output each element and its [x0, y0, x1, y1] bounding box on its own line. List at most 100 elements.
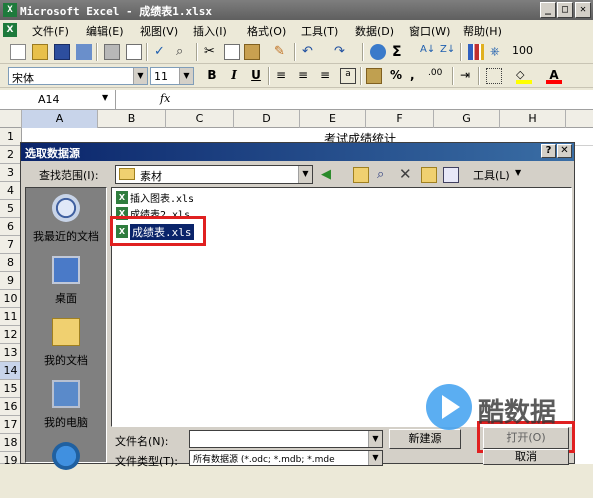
autosum-icon[interactable]: Σ — [392, 44, 408, 60]
permission-icon[interactable] — [76, 44, 92, 60]
chevron-down-icon[interactable]: ▼ — [133, 68, 147, 84]
menu-data[interactable]: 数据(D) — [355, 23, 394, 39]
row-header[interactable]: 7 — [0, 236, 22, 254]
column-header-f[interactable]: F — [366, 110, 434, 128]
drawing-icon[interactable]: ⎈ — [490, 44, 506, 60]
row-header[interactable]: 17 — [0, 416, 22, 434]
column-header-b[interactable]: B — [98, 110, 166, 128]
chevron-down-icon[interactable]: ▼ — [368, 431, 382, 447]
back-icon[interactable]: ◀ — [321, 167, 337, 183]
sort-ascending-icon[interactable]: A↓ — [420, 44, 436, 60]
name-box[interactable]: A14 ▼ — [0, 90, 116, 109]
percent-icon[interactable]: % — [390, 68, 406, 84]
fx-icon[interactable]: fx — [160, 92, 170, 105]
new-source-button[interactable]: 新建源 — [389, 429, 461, 449]
new-folder-icon[interactable] — [421, 167, 437, 183]
copy-icon[interactable] — [224, 44, 240, 60]
merge-center-icon[interactable]: a — [340, 68, 356, 84]
comma-style-icon[interactable]: , — [410, 68, 426, 84]
cancel-button[interactable]: 取消 — [483, 449, 569, 465]
zoom-icon[interactable]: 100 — [512, 44, 533, 60]
new-icon[interactable] — [10, 44, 26, 60]
formula-input[interactable] — [180, 90, 593, 109]
excel-doc-icon[interactable]: X — [3, 23, 17, 37]
sort-descending-icon[interactable]: Z↓ — [440, 44, 456, 60]
open-icon[interactable] — [32, 44, 48, 60]
place-desktop[interactable]: 桌面 — [26, 254, 106, 312]
spelling-icon[interactable]: ✓ — [154, 44, 170, 60]
row-header[interactable]: 18 — [0, 434, 22, 452]
underline-icon[interactable]: U — [248, 68, 264, 84]
row-header[interactable]: 5 — [0, 200, 22, 218]
place-my-computer[interactable]: 我的电脑 — [26, 378, 106, 436]
minimize-button[interactable]: _ — [540, 2, 556, 18]
research-icon[interactable]: ⌕ — [176, 44, 192, 60]
row-header[interactable]: 14 — [0, 362, 22, 380]
row-header[interactable]: 16 — [0, 398, 22, 416]
borders-icon[interactable] — [486, 68, 502, 84]
align-right-icon[interactable]: ≡ — [320, 68, 336, 84]
paste-icon[interactable] — [244, 44, 260, 60]
column-header-e[interactable]: E — [300, 110, 366, 128]
close-button[interactable]: ✕ — [575, 2, 591, 18]
font-size-combo[interactable]: 11 ▼ — [150, 67, 194, 85]
column-header-d[interactable]: D — [234, 110, 300, 128]
row-header[interactable]: 12 — [0, 326, 22, 344]
row-header[interactable]: 19 — [0, 452, 22, 467]
menu-window[interactable]: 窗口(W) — [409, 23, 450, 39]
column-header-g[interactable]: G — [434, 110, 500, 128]
row-header[interactable]: 4 — [0, 182, 22, 200]
chart-wizard-icon[interactable] — [468, 44, 484, 60]
filename-input[interactable]: ▼ — [189, 430, 383, 448]
increase-decimal-icon[interactable]: .00 — [428, 68, 444, 84]
row-header[interactable]: 2 — [0, 146, 22, 164]
row-header[interactable]: 11 — [0, 308, 22, 326]
column-header-a[interactable]: A — [22, 110, 98, 128]
row-header[interactable]: 6 — [0, 218, 22, 236]
place-recent[interactable]: 我最近的文档 — [26, 192, 106, 250]
align-left-icon[interactable]: ≡ — [276, 68, 292, 84]
menu-insert[interactable]: 插入(I) — [193, 23, 227, 39]
chevron-down-icon[interactable]: ▼ — [102, 93, 108, 102]
chevron-down-icon[interactable]: ▼ — [515, 168, 521, 177]
place-network[interactable] — [26, 440, 106, 498]
redo-icon[interactable]: ↷ — [334, 44, 350, 60]
menu-file[interactable]: 文件(F) — [32, 23, 69, 39]
place-my-documents[interactable]: 我的文档 — [26, 316, 106, 374]
chevron-down-icon[interactable]: ▼ — [298, 166, 312, 183]
help-button[interactable]: ? — [541, 144, 556, 158]
menu-tools[interactable]: 工具(T) — [301, 23, 338, 39]
search-web-icon[interactable]: ⌕ — [377, 167, 393, 183]
format-painter-icon[interactable]: ✎ — [274, 44, 290, 60]
column-header-h[interactable]: H — [500, 110, 566, 128]
views-icon[interactable] — [443, 167, 459, 183]
tools-menu[interactable]: 工具(L) — [473, 167, 510, 183]
undo-icon[interactable]: ↶ — [302, 44, 318, 60]
chevron-down-icon[interactable]: ▼ — [179, 68, 193, 84]
row-header[interactable]: 15 — [0, 380, 22, 398]
align-center-icon[interactable]: ≡ — [298, 68, 314, 84]
print-preview-icon[interactable] — [126, 44, 142, 60]
row-header[interactable]: 3 — [0, 164, 22, 182]
dialog-close-button[interactable]: ✕ — [557, 144, 572, 158]
row-header[interactable]: 10 — [0, 290, 22, 308]
save-icon[interactable] — [54, 44, 70, 60]
column-header-c[interactable]: C — [166, 110, 234, 128]
row-header[interactable]: 1 — [0, 128, 22, 146]
row-header[interactable]: 9 — [0, 272, 22, 290]
fill-color-icon[interactable]: ◇ — [516, 68, 532, 84]
menu-edit[interactable]: 编辑(E) — [86, 23, 124, 39]
bold-icon[interactable]: B — [204, 68, 220, 84]
indent-icon[interactable]: ⇥ — [460, 68, 476, 84]
menu-view[interactable]: 视图(V) — [140, 23, 178, 39]
currency-icon[interactable] — [366, 68, 382, 84]
lookin-combo[interactable]: 素材 ▼ — [115, 165, 313, 184]
italic-icon[interactable]: I — [226, 68, 242, 84]
row-header[interactable]: 13 — [0, 344, 22, 362]
hyperlink-icon[interactable] — [370, 44, 386, 60]
maximize-button[interactable]: □ — [557, 2, 573, 18]
font-name-combo[interactable]: 宋体 ▼ — [8, 67, 148, 85]
select-all-corner[interactable] — [0, 110, 22, 128]
delete-icon[interactable]: ✕ — [399, 165, 415, 183]
print-icon[interactable] — [104, 44, 120, 60]
